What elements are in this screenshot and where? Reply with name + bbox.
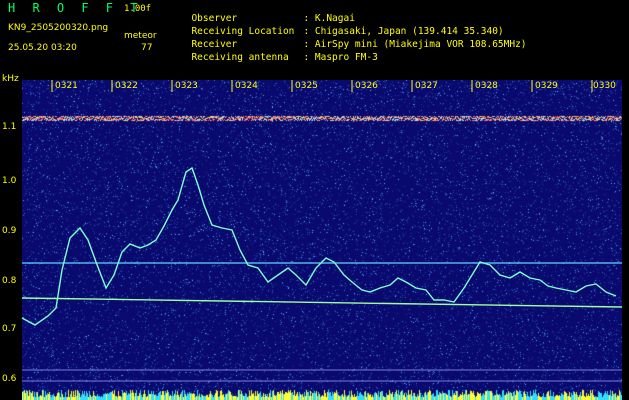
time-tick-label: 0323 [175, 81, 198, 91]
y-tick-label: 0.6 [2, 374, 17, 384]
info-key: Receiving antenna [191, 52, 289, 63]
timestamp: 25.05.20 03:20 [8, 43, 77, 53]
version-label: 1.00f [124, 4, 152, 14]
time-tick-label: 0329 [535, 81, 558, 91]
time-tick-label: 0325 [295, 81, 318, 91]
time-tick-label: 0330 [593, 81, 616, 91]
time-tick-label: 0324 [235, 81, 258, 91]
y-tick-label: 1.1 [2, 122, 17, 132]
info-value: : Maspro FM-3 [303, 52, 378, 63]
time-tick-label: 0326 [355, 81, 378, 91]
app-brand: H R O F F T [8, 1, 143, 15]
y-tick-label: 0.7 [2, 324, 17, 334]
y-tick-label: 0.9 [2, 226, 17, 236]
info-row-antenna: Receiving antenna : Maspro FM-3 [180, 41, 378, 63]
meteor-count: 77 [141, 43, 153, 53]
spectrogram-canvas [22, 80, 622, 400]
time-tick-label: 0321 [55, 81, 78, 91]
time-tick-label: 0327 [415, 81, 438, 91]
frequency-unit-label: kHz [2, 74, 19, 84]
time-tick-label: 0322 [115, 81, 138, 91]
file-name: KN9_2505200320.png [8, 23, 109, 33]
y-tick-label: 0.8 [2, 276, 17, 286]
y-tick-label: 1.0 [2, 176, 17, 186]
time-tick-label: 0328 [475, 81, 498, 91]
